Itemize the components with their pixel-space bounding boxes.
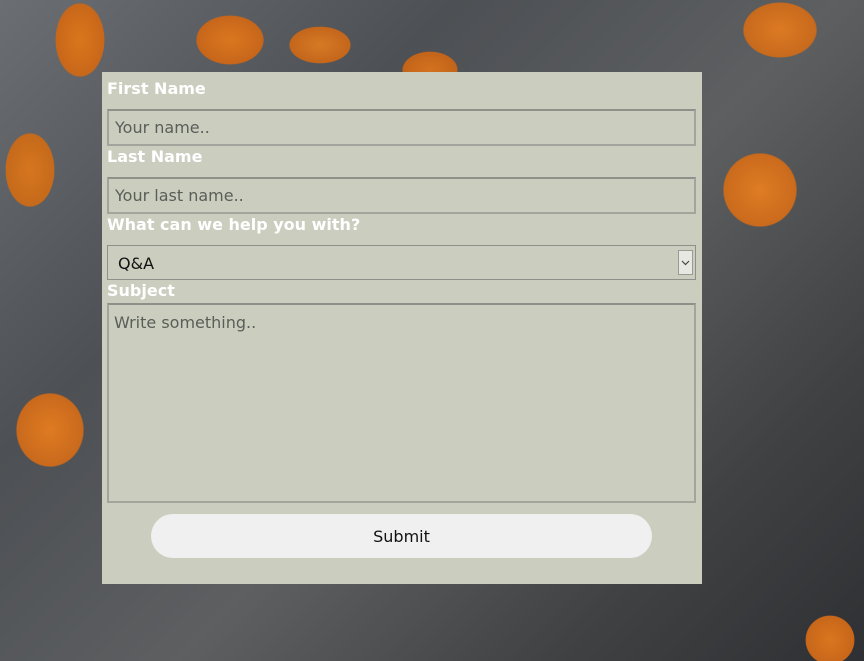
first-name-input[interactable] — [107, 109, 696, 146]
submit-button[interactable]: Submit — [151, 514, 652, 558]
last-name-input[interactable] — [107, 177, 696, 214]
chevron-down-icon[interactable] — [678, 250, 693, 275]
subject-label: Subject — [107, 281, 175, 300]
topic-select[interactable]: Q&A — [107, 245, 696, 280]
first-name-label: First Name — [107, 79, 206, 98]
topic-select-value: Q&A — [118, 254, 155, 273]
last-name-label: Last Name — [107, 147, 203, 166]
subject-textarea[interactable] — [107, 303, 696, 503]
topic-label: What can we help you with? — [107, 215, 361, 234]
contact-form: First Name Last Name What can we help yo… — [102, 72, 702, 584]
